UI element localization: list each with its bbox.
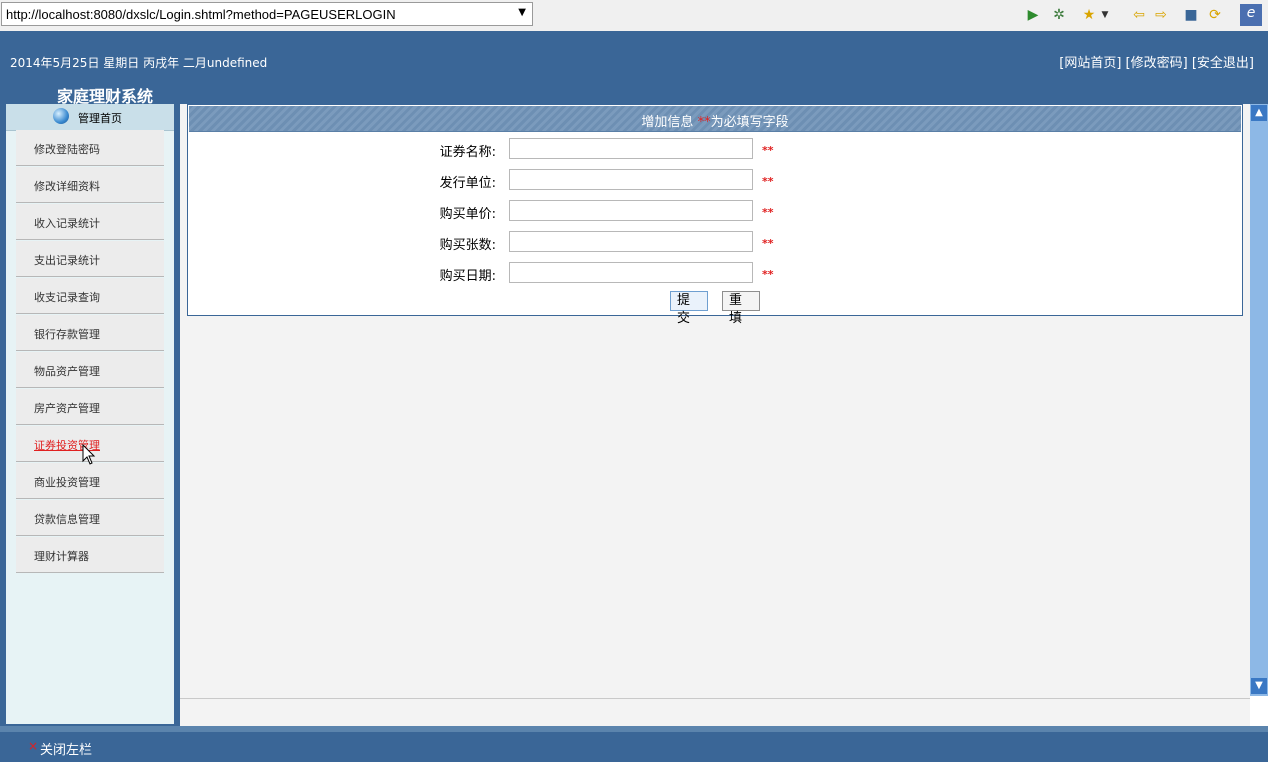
- home-link[interactable]: [网站首页]: [1059, 56, 1121, 71]
- reset-button[interactable]: 重填: [722, 291, 760, 326]
- back-arrow-icon[interactable]: ⇦: [1130, 6, 1148, 24]
- page-header: 2014年5月25日 星期日 丙戌年 二月undefined [网站首页] [修…: [0, 31, 1268, 106]
- sidebar-item-label[interactable]: 贷款信息管理: [34, 511, 100, 527]
- form-title-suffix: 为必填写字段: [710, 115, 789, 130]
- mouse-cursor-icon: [82, 444, 96, 465]
- required-marker: **: [762, 268, 774, 281]
- vertical-scrollbar[interactable]: ▲ ▼: [1250, 104, 1268, 696]
- sidebar-item-edit-profile[interactable]: 修改详细资料: [16, 167, 164, 203]
- stop-icon[interactable]: ■: [1182, 6, 1200, 24]
- sidebar-item-property-assets[interactable]: 房产资产管理: [16, 389, 164, 425]
- sidebar-item-finance-calculator[interactable]: 理财计算器: [16, 537, 164, 573]
- sidebar: 管理首页 修改登陆密码 修改详细资料 收入记录统计 支出记录统计 收支记录查询 …: [0, 104, 180, 726]
- required-marker: **: [762, 206, 774, 219]
- header-links: [网站首页] [修改密码] [安全退出]: [1059, 52, 1254, 71]
- unit-price-input[interactable]: [509, 200, 753, 221]
- content-divider: [180, 698, 1250, 699]
- play-icon[interactable]: ▶: [1024, 6, 1042, 24]
- globe-icon: [53, 108, 69, 124]
- sidebar-item-label[interactable]: 物品资产管理: [34, 363, 100, 379]
- sidebar-item-record-query[interactable]: 收支记录查询: [16, 278, 164, 314]
- issuer-label: 发行单位:: [439, 176, 496, 191]
- eclipse-icon[interactable]: e: [1240, 4, 1262, 26]
- sidebar-item-label[interactable]: 理财计算器: [34, 548, 89, 564]
- form-header: 增加信息 **为必填写字段: [189, 106, 1241, 132]
- logout-link[interactable]: [安全退出]: [1192, 56, 1254, 71]
- close-left-panel-link[interactable]: 关闭左栏: [40, 739, 92, 758]
- sidebar-item-expense-stats[interactable]: 支出记录统计: [16, 241, 164, 277]
- close-icon[interactable]: ×: [28, 739, 38, 753]
- issuer-input[interactable]: [509, 169, 753, 190]
- url-text[interactable]: http://localhost:8080/dxslc/Login.shtml?…: [6, 7, 396, 22]
- sidebar-item-label[interactable]: 修改登陆密码: [34, 141, 100, 157]
- required-marker: **: [762, 237, 774, 250]
- required-marker: **: [762, 144, 774, 157]
- sidebar-item-label[interactable]: 修改详细资料: [34, 178, 100, 194]
- sidebar-item-goods-assets[interactable]: 物品资产管理: [16, 352, 164, 388]
- forward-arrow-icon[interactable]: ⇨: [1152, 6, 1170, 24]
- sidebar-item-label[interactable]: 收入记录统计: [34, 215, 100, 231]
- required-marker: **: [697, 115, 711, 130]
- quantity-input[interactable]: [509, 231, 753, 252]
- quantity-label: 购买张数:: [439, 238, 496, 253]
- security-name-input[interactable]: [509, 138, 753, 159]
- sidebar-item-bank-deposits[interactable]: 银行存款管理: [16, 315, 164, 351]
- form-title: 增加信息 **为必填写字段: [189, 111, 1241, 130]
- sidebar-home[interactable]: 管理首页: [6, 104, 174, 131]
- sidebar-item-loan-info[interactable]: 贷款信息管理: [16, 500, 164, 536]
- sidebar-menu: 管理首页 修改登陆密码 修改详细资料 收入记录统计 支出记录统计 收支记录查询 …: [6, 104, 174, 724]
- url-dropdown-icon[interactable]: ▼: [518, 7, 526, 18]
- add-info-form: 增加信息 **为必填写字段 证券名称: ** 发行单位: ** 购买单价: **…: [187, 104, 1243, 326]
- refresh-icon[interactable]: ⟳: [1206, 6, 1224, 24]
- sidebar-home-label[interactable]: 管理首页: [78, 110, 122, 126]
- sidebar-item-change-login-password[interactable]: 修改登陆密码: [16, 130, 164, 166]
- date-display: 2014年5月25日 星期日 丙戌年 二月undefined: [10, 56, 268, 70]
- sidebar-item-label[interactable]: 商业投资管理: [34, 474, 100, 490]
- sidebar-item-income-stats[interactable]: 收入记录统计: [16, 204, 164, 240]
- required-marker: **: [762, 175, 774, 188]
- browser-toolbar: http://localhost:8080/dxslc/Login.shtml?…: [0, 0, 1268, 32]
- purchase-date-input[interactable]: [509, 262, 753, 283]
- sidebar-item-label[interactable]: 房产资产管理: [34, 400, 100, 416]
- chevron-down-icon[interactable]: ▼: [1096, 6, 1114, 24]
- sidebar-item-label[interactable]: 收支记录查询: [34, 289, 100, 305]
- security-name-label: 证券名称:: [439, 145, 496, 160]
- page-footer: × 关闭左栏: [0, 726, 1268, 762]
- change-password-link[interactable]: [修改密码]: [1126, 56, 1188, 71]
- scroll-up-icon[interactable]: ▲: [1251, 105, 1267, 121]
- submit-button[interactable]: 提交: [670, 291, 708, 326]
- scroll-down-icon[interactable]: ▼: [1251, 678, 1267, 694]
- sidebar-item-label[interactable]: 银行存款管理: [34, 326, 100, 342]
- form-title-prefix: 增加信息: [641, 115, 698, 130]
- unit-price-label: 购买单价:: [439, 207, 496, 222]
- content-area: 增加信息 **为必填写字段 证券名称: ** 发行单位: ** 购买单价: **…: [180, 104, 1250, 726]
- bug-icon[interactable]: ✲: [1050, 6, 1068, 24]
- purchase-date-label: 购买日期:: [439, 269, 496, 284]
- sidebar-item-label[interactable]: 支出记录统计: [34, 252, 100, 268]
- sidebar-item-business-investment[interactable]: 商业投资管理: [16, 463, 164, 499]
- url-bar[interactable]: http://localhost:8080/dxslc/Login.shtml?…: [1, 2, 533, 26]
